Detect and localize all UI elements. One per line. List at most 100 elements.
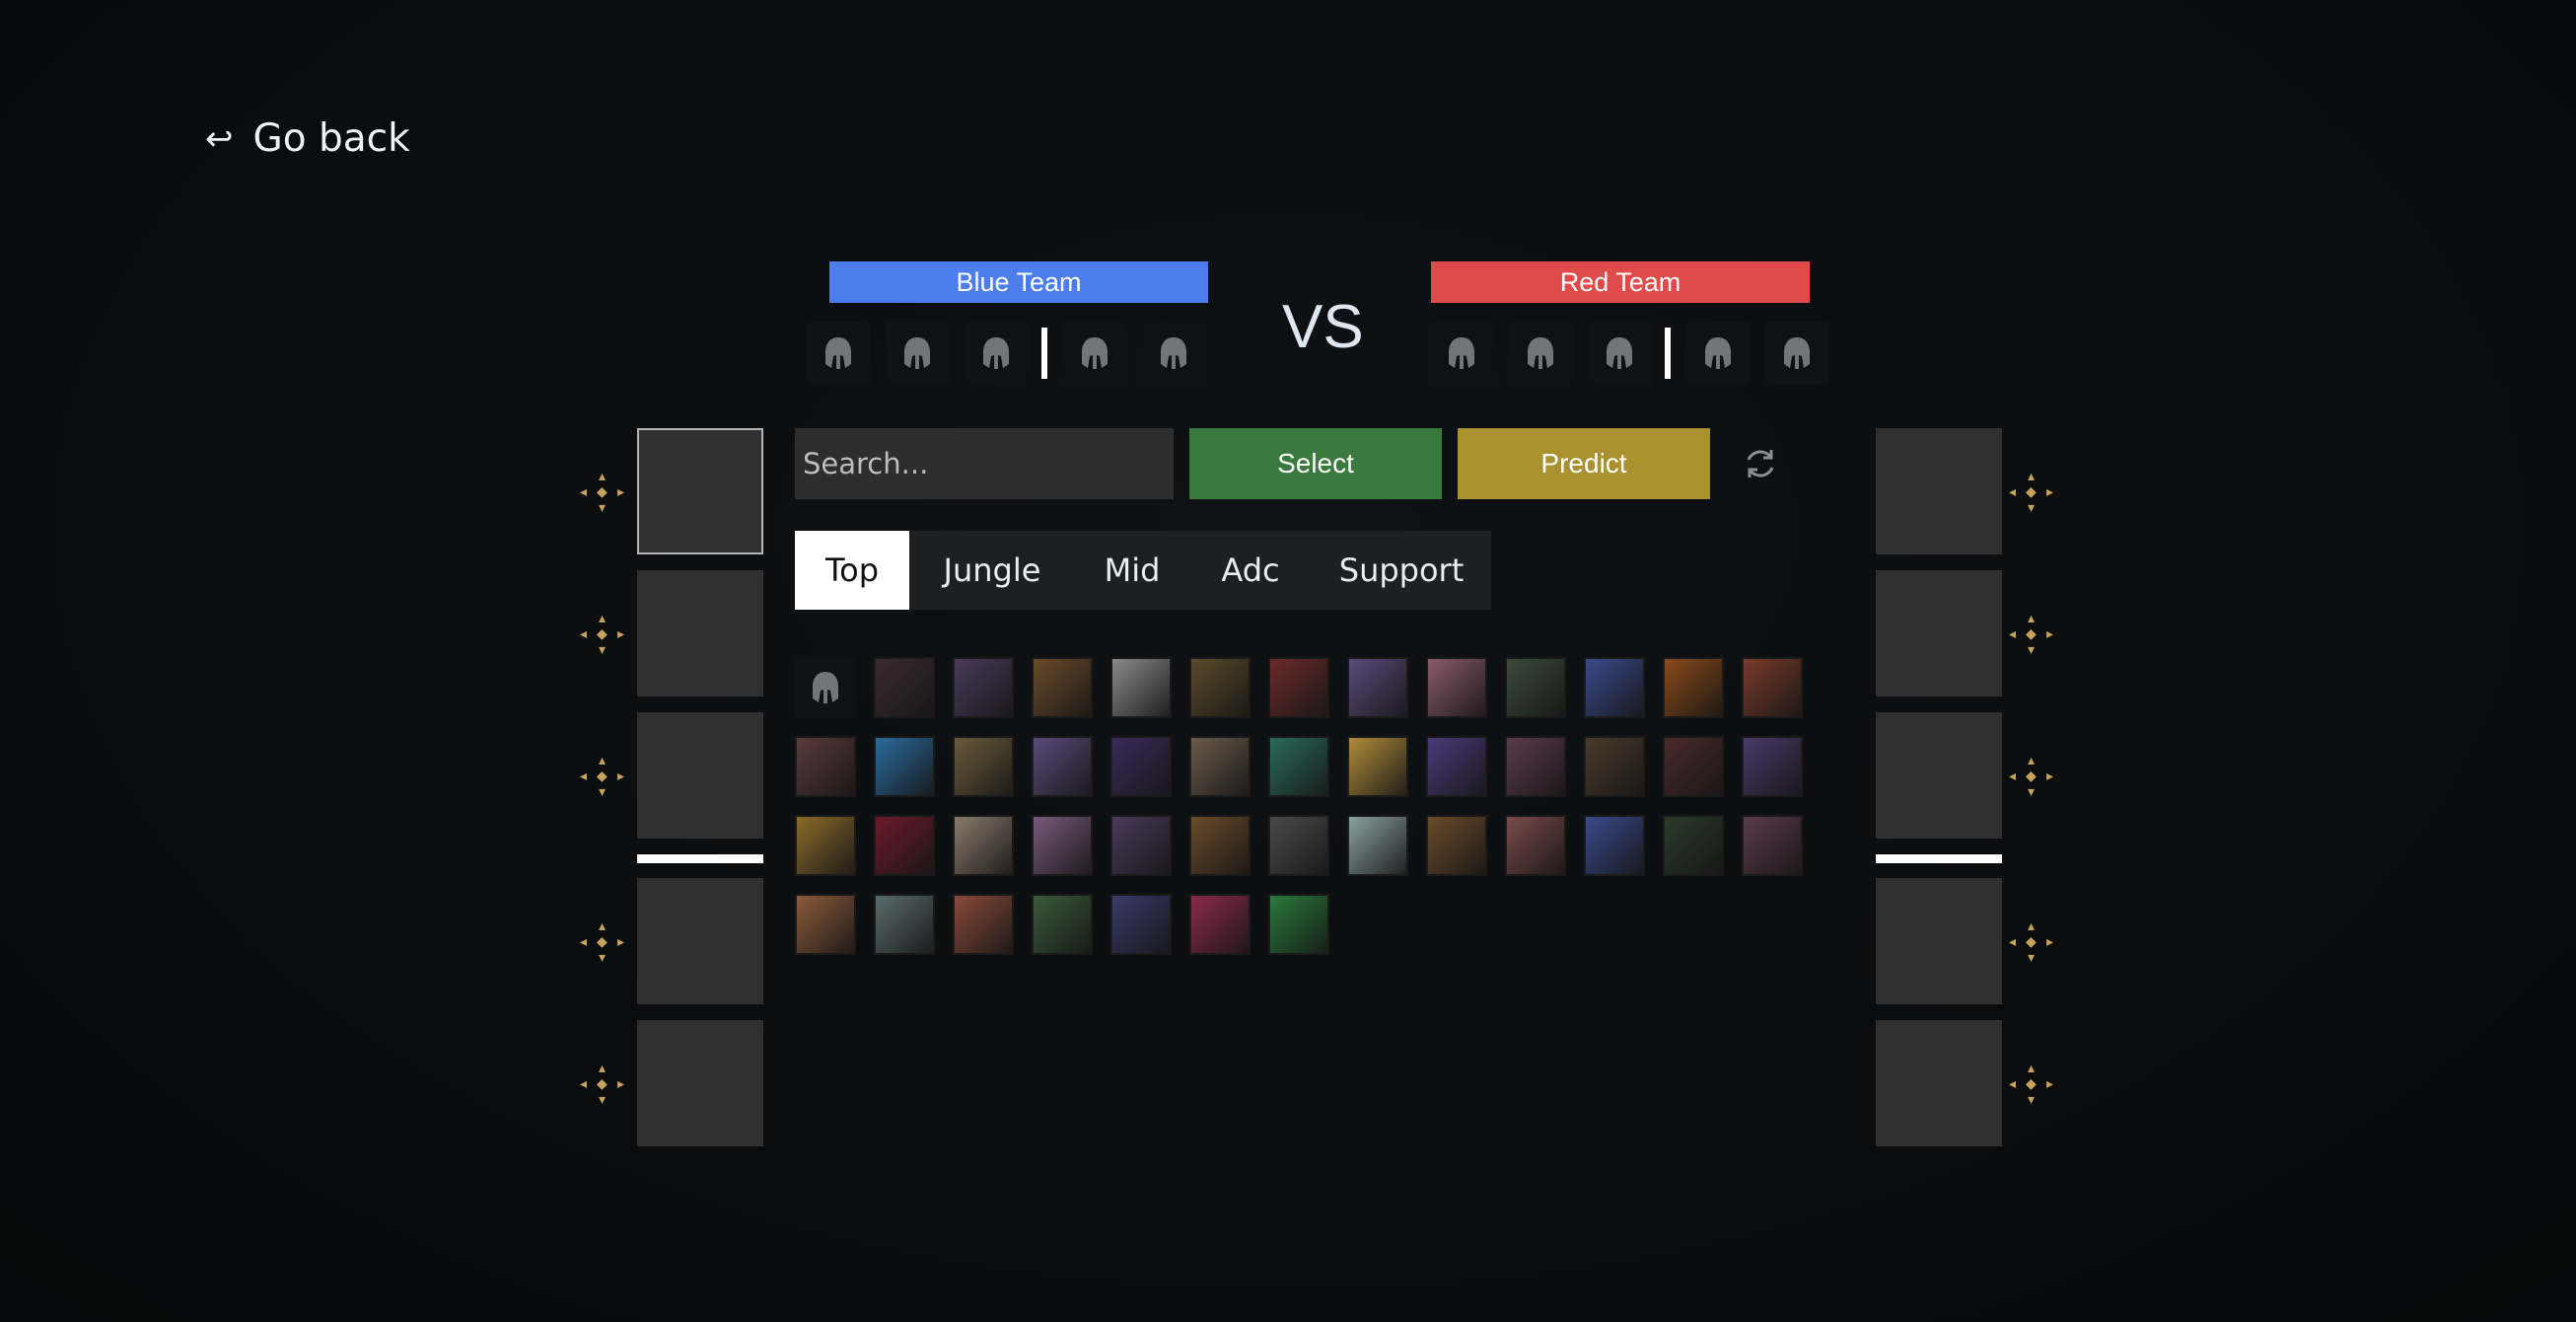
blue-pick-slot[interactable] xyxy=(637,712,763,839)
blue-pick-slot[interactable] xyxy=(637,428,763,554)
drag-handle-icon[interactable]: ▴ ▾ ◂ ▸ ◆ xyxy=(580,919,629,969)
drag-handle-icon[interactable]: ▴ ▾ ◂ ▸ ◆ xyxy=(2009,612,2058,661)
champion-tile[interactable] xyxy=(1426,815,1487,876)
champion-tile[interactable] xyxy=(1663,815,1724,876)
tab-jungle[interactable]: Jungle xyxy=(909,531,1075,610)
champion-tile[interactable] xyxy=(874,815,935,876)
ban-slot[interactable] xyxy=(886,322,949,385)
champion-tile[interactable] xyxy=(1189,894,1251,955)
champion-tile[interactable] xyxy=(1032,736,1093,797)
champion-tile[interactable] xyxy=(953,657,1014,718)
ban-slot[interactable] xyxy=(1588,322,1651,385)
champion-tile[interactable] xyxy=(1032,815,1093,876)
blue-pick-slot[interactable] xyxy=(637,878,763,1004)
champion-tile[interactable] xyxy=(1505,815,1566,876)
ban-slot[interactable] xyxy=(1765,322,1828,385)
ban-divider xyxy=(1041,328,1047,379)
champion-tile[interactable] xyxy=(1663,657,1724,718)
champion-tile[interactable] xyxy=(1110,657,1172,718)
red-pick-slot[interactable] xyxy=(1876,878,2002,1004)
ban-slot[interactable] xyxy=(965,322,1028,385)
helmet-icon xyxy=(1161,337,1186,369)
champion-tile[interactable] xyxy=(1268,894,1329,955)
champion-tile[interactable] xyxy=(1584,815,1645,876)
drag-handle-icon[interactable]: ▴ ▾ ◂ ▸ ◆ xyxy=(2009,1062,2058,1111)
champion-tile[interactable] xyxy=(795,736,856,797)
champion-tile[interactable] xyxy=(1347,736,1408,797)
blue-pick-slot[interactable] xyxy=(637,1020,763,1146)
ban-slot[interactable] xyxy=(1430,322,1493,385)
champion-tile[interactable] xyxy=(1663,736,1724,797)
red-pick-slot[interactable] xyxy=(1876,570,2002,697)
tab-top[interactable]: Top xyxy=(795,531,909,610)
champion-tile[interactable] xyxy=(1742,657,1803,718)
helmet-icon xyxy=(813,672,838,703)
search-input[interactable]: Search... xyxy=(795,428,1174,499)
champion-tile[interactable] xyxy=(1110,894,1172,955)
champion-tile[interactable] xyxy=(953,894,1014,955)
drag-handle-icon[interactable]: ▴ ▾ ◂ ▸ ◆ xyxy=(580,754,629,803)
select-button[interactable]: Select xyxy=(1189,428,1442,499)
red-pick-slot[interactable] xyxy=(1876,1020,2002,1146)
drag-handle-icon[interactable]: ▴ ▾ ◂ ▸ ◆ xyxy=(2009,754,2058,803)
vs-label: VS xyxy=(1282,293,1364,361)
champion-tile[interactable] xyxy=(1189,657,1251,718)
no-champion-tile[interactable] xyxy=(795,657,856,718)
ban-slot[interactable] xyxy=(1686,322,1750,385)
predict-button[interactable]: Predict xyxy=(1458,428,1710,499)
helmet-icon xyxy=(904,337,930,369)
champion-tile[interactable] xyxy=(1505,736,1566,797)
champion-tile[interactable] xyxy=(1347,657,1408,718)
ban-slot[interactable] xyxy=(1142,322,1205,385)
champion-tile[interactable] xyxy=(1742,815,1803,876)
drag-handle-icon[interactable]: ▴ ▾ ◂ ▸ ◆ xyxy=(580,1062,629,1111)
champion-tile[interactable] xyxy=(1189,815,1251,876)
helmet-icon xyxy=(1528,337,1553,369)
champion-tile[interactable] xyxy=(953,815,1014,876)
champion-tile[interactable] xyxy=(1268,736,1329,797)
champion-tile[interactable] xyxy=(1268,815,1329,876)
champion-tile[interactable] xyxy=(1742,736,1803,797)
champion-tile[interactable] xyxy=(1032,894,1093,955)
champion-tile[interactable] xyxy=(1347,815,1408,876)
red-pick-slot[interactable] xyxy=(1876,428,2002,554)
champion-tile[interactable] xyxy=(1268,657,1329,718)
champion-tile[interactable] xyxy=(874,657,935,718)
refresh-icon[interactable] xyxy=(1741,444,1780,483)
drag-handle-icon[interactable]: ▴ ▾ ◂ ▸ ◆ xyxy=(2009,470,2058,519)
ban-slot[interactable] xyxy=(1063,322,1126,385)
drag-handle-icon[interactable]: ▴ ▾ ◂ ▸ ◆ xyxy=(580,470,629,519)
helmet-icon xyxy=(1784,337,1810,369)
champion-tile[interactable] xyxy=(1426,657,1487,718)
go-back-link[interactable]: ↩ Go back xyxy=(205,116,410,161)
red-pick-slot[interactable] xyxy=(1876,712,2002,839)
drag-handle-icon[interactable]: ▴ ▾ ◂ ▸ ◆ xyxy=(2009,919,2058,969)
champion-tile[interactable] xyxy=(1110,815,1172,876)
helmet-icon xyxy=(1705,337,1731,369)
red-ban-row xyxy=(1430,322,1844,385)
blue-pick-slot[interactable] xyxy=(637,570,763,697)
champion-tile[interactable] xyxy=(1110,736,1172,797)
champion-tile[interactable] xyxy=(1426,736,1487,797)
ban-slot[interactable] xyxy=(1509,322,1572,385)
champion-tile[interactable] xyxy=(1505,657,1566,718)
champion-tile[interactable] xyxy=(953,736,1014,797)
champion-tile[interactable] xyxy=(795,894,856,955)
tab-mid[interactable]: Mid xyxy=(1075,531,1189,610)
helmet-icon xyxy=(1449,337,1474,369)
champion-tile[interactable] xyxy=(874,736,935,797)
champion-tile[interactable] xyxy=(1032,657,1093,718)
champion-tile[interactable] xyxy=(1584,736,1645,797)
tab-support[interactable]: Support xyxy=(1312,531,1491,610)
drag-handle-icon[interactable]: ▴ ▾ ◂ ▸ ◆ xyxy=(580,612,629,661)
helmet-icon xyxy=(983,337,1009,369)
tab-adc[interactable]: Adc xyxy=(1189,531,1312,610)
ban-slot[interactable] xyxy=(807,322,870,385)
champion-tile[interactable] xyxy=(795,815,856,876)
blue-team-header: Blue Team xyxy=(829,261,1208,303)
blue-ban-row xyxy=(807,322,1221,385)
champion-tile[interactable] xyxy=(874,894,935,955)
champion-tile[interactable] xyxy=(1584,657,1645,718)
champion-tile[interactable] xyxy=(1189,736,1251,797)
pick-separator xyxy=(1876,854,2002,863)
